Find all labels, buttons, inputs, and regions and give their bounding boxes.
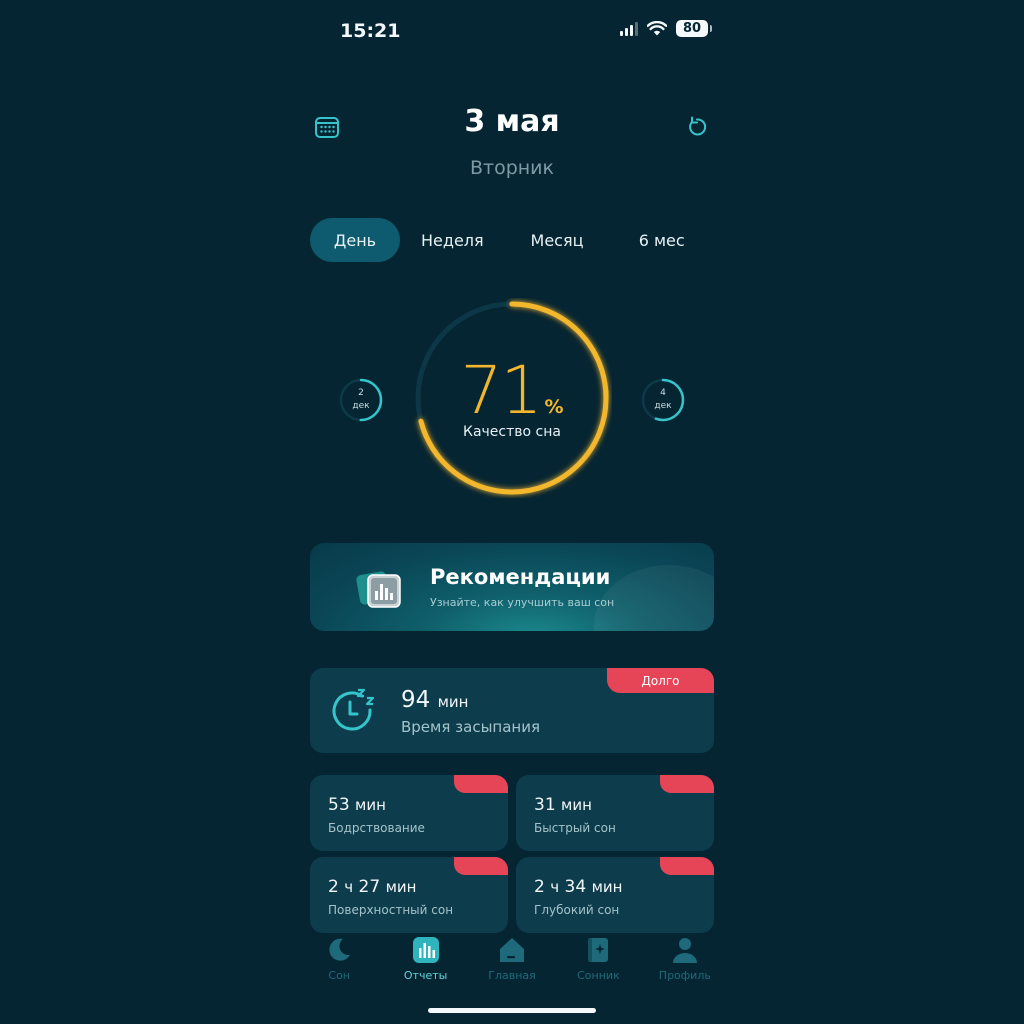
fall-asleep-unit: мин xyxy=(437,693,469,711)
status-badge xyxy=(660,775,714,793)
deep-sleep-minutes-unit: мин xyxy=(591,878,623,896)
home-icon xyxy=(500,938,525,962)
deep-sleep-hours: 2 xyxy=(534,877,545,897)
sleep-timer-icon xyxy=(332,688,375,731)
nav-profile[interactable]: Профиль xyxy=(642,936,728,996)
deep-sleep-hours-unit: ч xyxy=(550,878,560,896)
nav-reports-label: Отчеты xyxy=(403,969,448,982)
period-tabs: День Неделя Месяц 6 мес xyxy=(310,218,714,262)
recommendations-title: Рекомендации xyxy=(430,565,611,589)
battery-icon: 80 xyxy=(676,20,712,37)
profile-icon xyxy=(672,938,697,963)
page-subtitle: Вторник xyxy=(469,157,555,179)
sleep-quality-label: Качество сна xyxy=(463,424,561,440)
tab-6-months[interactable]: 6 мес xyxy=(609,218,714,262)
sleep-quality-value: 71 xyxy=(460,352,542,429)
bottom-nav: Сон Отчеты Главная Сонник Профиль xyxy=(296,936,728,996)
rem-sleep-card[interactable]: 31 мин Быстрый сон xyxy=(516,775,714,851)
awake-label: Бодрствование xyxy=(328,821,425,835)
next-day-number: 4 xyxy=(660,388,666,398)
awake-card[interactable]: 53 мин Бодрствование xyxy=(310,775,508,851)
light-sleep-minutes-unit: мин xyxy=(385,878,417,896)
sleep-quality-ring: 71% Качество сна xyxy=(412,298,612,498)
recommendations-card[interactable]: Рекомендации Узнайте, как улучшить ваш с… xyxy=(310,543,714,631)
tab-day[interactable]: День xyxy=(310,218,400,262)
nav-dream-book[interactable]: Сонник xyxy=(555,936,641,996)
status-badge xyxy=(454,857,508,875)
recommendations-subtitle: Узнайте, как улучшить ваш сон xyxy=(430,596,615,609)
status-badge xyxy=(660,857,714,875)
previous-day-month: дек xyxy=(352,401,370,411)
fall-asleep-label: Время засыпания xyxy=(401,718,540,736)
nav-profile-label: Профиль xyxy=(658,969,711,982)
light-sleep-card[interactable]: 2 ч 27 мин Поверхностный сон xyxy=(310,857,508,933)
refresh-icon[interactable] xyxy=(684,114,710,140)
tab-week[interactable]: Неделя xyxy=(400,218,505,262)
nav-reports[interactable]: Отчеты xyxy=(382,936,468,996)
nav-sleep-label: Сон xyxy=(328,969,350,982)
light-sleep-label: Поверхностный сон xyxy=(328,903,454,917)
rem-sleep-value: 31 xyxy=(534,795,556,815)
bar-chart-icon xyxy=(356,571,401,608)
light-sleep-hours: 2 xyxy=(328,877,339,897)
previous-day-number: 2 xyxy=(358,388,364,398)
page-title: 3 мая xyxy=(464,104,560,139)
awake-value: 53 xyxy=(328,795,350,815)
cellular-signal-icon xyxy=(620,21,638,36)
status-time: 15:21 xyxy=(340,20,401,42)
status-badge xyxy=(454,775,508,793)
previous-day-button[interactable]: 2 дек xyxy=(338,377,384,423)
light-sleep-minutes: 27 xyxy=(358,877,381,897)
nav-home[interactable]: Главная xyxy=(469,936,555,996)
deep-sleep-minutes: 34 xyxy=(564,877,587,897)
fall-asleep-value: 94 xyxy=(401,687,431,713)
awake-unit: мин xyxy=(355,796,386,814)
nav-sleep[interactable]: Сон xyxy=(296,936,382,996)
status-badge: Долго xyxy=(607,668,714,693)
sleep-quality-unit: % xyxy=(544,396,564,418)
rem-sleep-label: Быстрый сон xyxy=(534,821,616,835)
report-icon xyxy=(412,937,439,963)
light-sleep-hours-unit: ч xyxy=(344,878,354,896)
deep-sleep-label: Глубокий сон xyxy=(534,903,620,917)
rem-sleep-unit: мин xyxy=(561,796,592,814)
moon-icon xyxy=(329,938,351,961)
next-day-month: дек xyxy=(654,401,672,411)
nav-dream-book-label: Сонник xyxy=(577,969,620,982)
status-indicators: 80 xyxy=(620,20,712,37)
book-icon xyxy=(588,938,609,962)
tab-month[interactable]: Месяц xyxy=(505,218,610,262)
sleep-report-screen: 15:21 80 3 мая Вторник День Неделя Месяц… xyxy=(296,0,728,1024)
wifi-icon xyxy=(647,21,667,36)
deep-sleep-card[interactable]: 2 ч 34 мин Глубокий сон xyxy=(516,857,714,933)
home-indicator[interactable] xyxy=(428,1008,596,1013)
fall-asleep-card[interactable]: Долго 94 мин Время засыпания xyxy=(310,668,714,753)
next-day-button[interactable]: 4 дек xyxy=(640,377,686,423)
nav-home-label: Главная xyxy=(488,969,536,982)
